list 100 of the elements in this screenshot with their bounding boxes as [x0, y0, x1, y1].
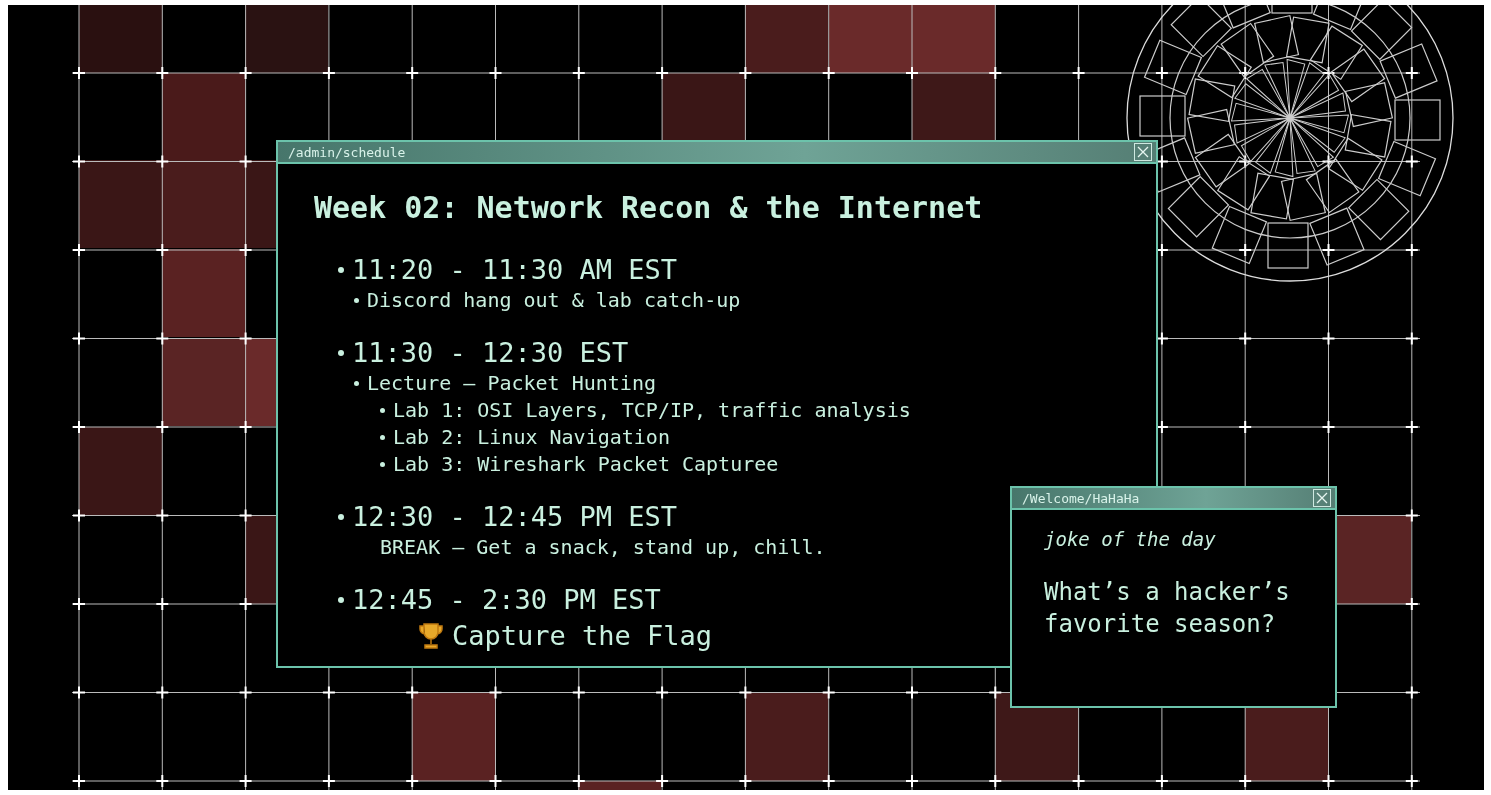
schedule-item: Lab 3: Wireshark Packet Capturee — [393, 451, 779, 478]
crosshair-icon — [1404, 66, 1419, 80]
session-time: 11:30 - 12:30 EST — [352, 336, 629, 370]
crosshair-icon — [405, 66, 420, 80]
crosshair-icon — [238, 508, 253, 523]
crosshair-icon — [571, 774, 586, 788]
crosshair-icon — [72, 66, 86, 80]
crosshair-icon — [1071, 66, 1086, 80]
schedule-item: Lab 2: Linux Navigation — [393, 424, 670, 451]
crosshair-icon — [238, 685, 253, 700]
crosshair-icon — [155, 508, 170, 523]
crosshair-icon — [1321, 331, 1336, 346]
crosshair-icon — [1238, 331, 1253, 346]
window-title: /admin/schedule — [288, 144, 406, 160]
crosshair-icon — [988, 774, 1003, 788]
crosshair-icon — [72, 774, 86, 788]
crosshair-icon — [405, 774, 420, 788]
bullet-icon — [338, 350, 344, 356]
crosshair-icon — [738, 774, 753, 788]
schedule-item: Lecture – Packet Hunting — [367, 370, 656, 397]
bullet-icon — [338, 514, 344, 520]
crosshair-icon — [738, 685, 753, 700]
crosshair-icon — [1238, 66, 1253, 80]
crosshair-icon — [655, 66, 670, 80]
schedule-item: Capture the Flag — [452, 619, 713, 653]
schedule-item: BREAK – Get a snack, stand up, chill. — [380, 534, 826, 561]
crosshair-icon — [155, 774, 170, 788]
bullet-icon — [338, 267, 344, 273]
crosshair-icon — [155, 66, 170, 80]
crosshair-icon — [238, 154, 253, 169]
crosshair-icon — [571, 685, 586, 700]
crosshair-icon — [72, 597, 86, 611]
crosshair-icon — [1404, 685, 1419, 700]
crosshair-icon — [571, 66, 586, 80]
crosshair-icon — [72, 508, 86, 523]
crosshair-icon — [238, 66, 253, 80]
crosshair-icon — [155, 154, 170, 169]
crosshair-icon — [1321, 66, 1336, 80]
crosshair-icon — [405, 685, 420, 700]
session-time: 12:30 - 12:45 PM EST — [352, 500, 678, 534]
crosshair-icon — [1404, 774, 1419, 788]
crosshair-icon — [1321, 243, 1336, 257]
crosshair-icon — [655, 774, 670, 788]
crosshair-icon — [1321, 420, 1336, 434]
session-time: 11:20 - 11:30 AM EST — [352, 253, 678, 287]
crosshair-icon — [988, 685, 1003, 700]
crosshair-icon — [321, 774, 336, 788]
crosshair-icon — [1404, 331, 1419, 346]
crosshair-icon — [321, 66, 336, 80]
crosshair-icon — [1404, 154, 1419, 169]
crosshair-icon — [72, 331, 86, 346]
crosshair-icon — [72, 243, 86, 257]
crosshair-icon — [321, 685, 336, 700]
crosshair-icon — [1154, 66, 1169, 80]
crosshair-icon — [905, 774, 919, 788]
bullet-icon — [380, 462, 385, 467]
crosshair-icon — [821, 685, 836, 700]
crosshair-icon — [155, 243, 170, 257]
joke-label: joke of the day — [1044, 528, 1217, 550]
session-time: 12:45 - 2:30 PM EST — [352, 583, 661, 617]
crosshair-icon — [155, 597, 170, 611]
bullet-icon — [338, 597, 344, 603]
crosshair-icon — [1154, 774, 1169, 788]
schedule-heading: Week 02: Network Recon & the Internet — [314, 190, 984, 225]
crosshair-icon — [738, 66, 753, 80]
bullet-icon — [380, 435, 385, 440]
crosshair-icon — [155, 685, 170, 700]
crosshair-icon — [155, 331, 170, 346]
close-icon — [1316, 492, 1328, 504]
crosshair-icon — [1238, 420, 1253, 434]
crosshair-icon — [821, 66, 836, 80]
close-button[interactable] — [1313, 489, 1331, 507]
crosshair-icon — [821, 774, 836, 788]
crosshair-icon — [1238, 243, 1253, 257]
crosshair-icon — [488, 774, 503, 788]
crosshair-icon — [1321, 154, 1336, 169]
crosshair-icon — [988, 66, 1003, 80]
crosshair-icon — [238, 243, 253, 257]
crosshair-icon — [1071, 774, 1086, 788]
close-button[interactable] — [1134, 143, 1152, 161]
crosshair-icon — [72, 420, 86, 434]
crosshair-icon — [1321, 774, 1336, 788]
crosshair-icon — [488, 685, 503, 700]
crosshair-icon — [905, 66, 919, 80]
bullet-icon — [354, 381, 359, 386]
bullet-icon — [354, 298, 359, 303]
trophy-icon — [418, 622, 444, 650]
crosshair-icon — [238, 331, 253, 346]
window-title: /Welcome/HaHaHa — [1022, 490, 1140, 506]
crosshair-icon — [238, 597, 253, 611]
close-icon — [1137, 146, 1149, 158]
crosshair-icon — [1404, 243, 1419, 257]
joke-question: What’s a hacker’s favorite season? — [1044, 577, 1291, 640]
crosshair-icon — [238, 420, 253, 434]
crosshair-icon — [1404, 420, 1419, 434]
crosshair-icon — [72, 154, 86, 169]
schedule-item: Discord hang out & lab catch-up — [367, 287, 741, 314]
schedule-item: Lab 1: OSI Layers, TCP/IP, traffic analysis — [393, 397, 911, 424]
crosshair-icon — [1404, 508, 1419, 523]
crosshair-icon — [1238, 154, 1253, 169]
